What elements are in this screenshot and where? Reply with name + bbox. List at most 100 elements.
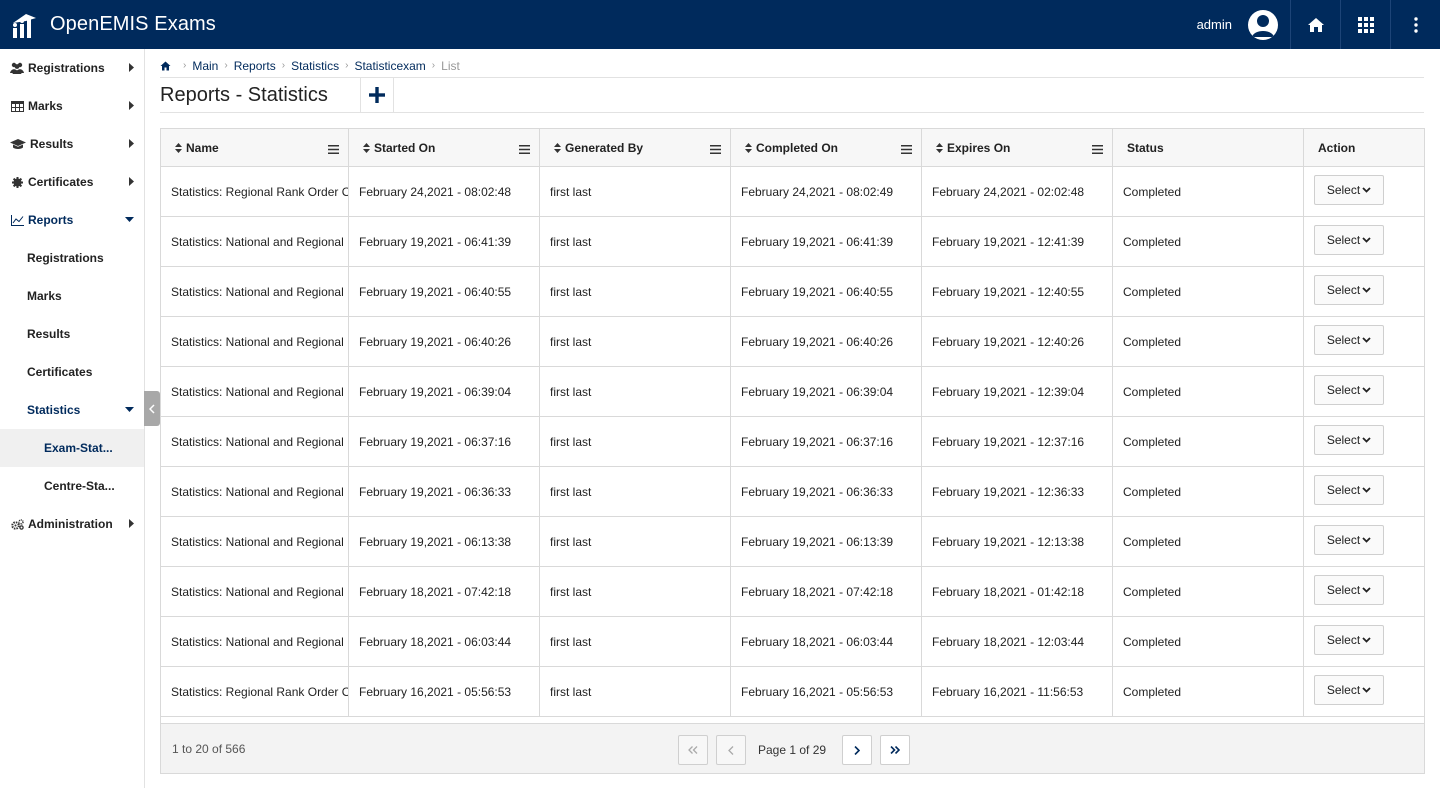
- chevron-left-icon: [149, 403, 155, 414]
- table-cell-name: Statistics: National and Regional: [161, 417, 349, 466]
- column-header-completed-on[interactable]: Completed On: [731, 129, 922, 167]
- table-row[interactable]: Statistics: National and Regional Februar…: [161, 267, 1424, 317]
- sidebar-collapse-handle[interactable]: [144, 391, 160, 426]
- sort-icon: [936, 143, 943, 153]
- breadcrumb-main[interactable]: Main: [192, 59, 218, 73]
- action-select-button[interactable]: Select: [1314, 574, 1384, 605]
- table-cell-name: Statistics: National and Regional: [161, 267, 349, 316]
- column-menu-icon[interactable]: [1092, 143, 1103, 157]
- action-select-button[interactable]: Select: [1314, 274, 1384, 305]
- table-cell-action: Select: [1304, 267, 1424, 316]
- action-select-label: Select: [1326, 332, 1361, 347]
- previous-page-button[interactable]: [716, 735, 746, 765]
- sidebar-item-reports-marks[interactable]: Marks: [0, 277, 144, 315]
- table-cell-action: Select: [1304, 367, 1424, 416]
- sidebar-item-registrations[interactable]: Registrations: [0, 49, 144, 87]
- next-page-button[interactable]: [842, 735, 873, 765]
- breadcrumb-statisticexam[interactable]: Statisticexam: [354, 59, 425, 73]
- app-logo[interactable]: OpenEMIS Exams: [0, 0, 216, 49]
- table-row[interactable]: Statistics: National and Regional Februar…: [161, 217, 1424, 267]
- column-header-name[interactable]: Name: [161, 129, 349, 167]
- sidebar-item-statistics[interactable]: Statistics: [0, 391, 144, 429]
- table-row[interactable]: Statistics: National and Regional Februar…: [161, 467, 1424, 517]
- avatar[interactable]: [1248, 9, 1278, 40]
- add-button[interactable]: [360, 77, 394, 113]
- sidebar-item-reports-registrations[interactable]: Registrations: [0, 239, 144, 277]
- sidebar-item-marks[interactable]: Marks: [0, 87, 144, 125]
- table-row[interactable]: Statistics: Regional Rank Order Of Februa…: [161, 667, 1424, 717]
- table-row[interactable]: Statistics: National and Regional Februar…: [161, 617, 1424, 667]
- action-select-label: Select: [1326, 382, 1361, 397]
- table-cell-generated-by: first last: [540, 317, 731, 366]
- table-cell-completed-on: February 19,2021 - 06:36:33: [731, 467, 922, 516]
- action-select-button[interactable]: Select: [1314, 474, 1384, 505]
- vertical-dots-icon: [1413, 16, 1418, 33]
- breadcrumb-statistics[interactable]: Statistics: [291, 59, 339, 73]
- user-name[interactable]: admin: [1197, 17, 1232, 32]
- column-header-expires-on[interactable]: Expires On: [922, 129, 1113, 167]
- table-cell-completed-on: February 19,2021 - 06:40:26: [731, 317, 922, 366]
- sidebar-item-centre-statistics[interactable]: Centre-Sta...: [0, 467, 144, 505]
- chevron-down-icon: [1362, 286, 1371, 293]
- action-select-button[interactable]: Select: [1314, 174, 1384, 205]
- column-header-label: Expires On: [947, 141, 1011, 155]
- column-menu-icon[interactable]: [901, 143, 912, 157]
- table-row[interactable]: Statistics: National and Regional Februar…: [161, 367, 1424, 417]
- column-menu-icon[interactable]: [710, 143, 721, 157]
- action-select-button[interactable]: Select: [1314, 374, 1384, 405]
- table-cell-action: Select: [1304, 667, 1424, 716]
- table-cell-started-on: February 19,2021 - 06:37:16: [349, 417, 540, 466]
- table-cell-started-on: February 19,2021 - 06:41:39: [349, 217, 540, 266]
- table-cell-generated-by: first last: [540, 417, 731, 466]
- table-row[interactable]: Statistics: National and Regional Februar…: [161, 567, 1424, 617]
- column-header-status: Status: [1113, 129, 1304, 167]
- sidebar-item-reports-certificates[interactable]: Certificates: [0, 353, 144, 391]
- sidebar-item-label: Statistics: [27, 403, 81, 417]
- sort-icon: [363, 143, 370, 153]
- sidebar-item-reports-results[interactable]: Results: [0, 315, 144, 353]
- action-select-label: Select: [1326, 682, 1361, 697]
- table-row[interactable]: Statistics: Regional Rank Order Of Februa…: [161, 167, 1424, 217]
- action-select-button[interactable]: Select: [1314, 424, 1384, 455]
- more-menu-button[interactable]: [1390, 0, 1440, 49]
- first-page-button[interactable]: [678, 735, 708, 765]
- breadcrumb: › Main › Reports › Statistics › Statisti…: [160, 54, 1424, 78]
- table-row[interactable]: Statistics: National and Regional Februar…: [161, 417, 1424, 467]
- sidebar-item-label: Registrations: [27, 251, 104, 265]
- page-header: Reports - Statistics: [160, 77, 1424, 113]
- column-header-started-on[interactable]: Started On: [349, 129, 540, 167]
- grid-icon: [1357, 16, 1374, 33]
- graduation-cap-icon: [10, 137, 26, 151]
- row-count: 1 to 20 of 566: [172, 742, 246, 756]
- breadcrumb-separator-icon: ›: [183, 60, 187, 71]
- table-cell-completed-on: February 19,2021 - 06:13:39: [731, 517, 922, 566]
- table-cell-status: Completed: [1113, 617, 1304, 666]
- action-select-button[interactable]: Select: [1314, 524, 1384, 555]
- sidebar-item-reports[interactable]: Reports: [0, 201, 144, 239]
- column-menu-icon[interactable]: [328, 143, 339, 157]
- sidebar-item-exam-statistics[interactable]: Exam-Stat...: [0, 429, 144, 467]
- breadcrumb-separator-icon: ›: [345, 60, 349, 71]
- action-select-button[interactable]: Select: [1314, 224, 1384, 255]
- action-select-label: Select: [1326, 432, 1361, 447]
- column-header-generated-by[interactable]: Generated By: [540, 129, 731, 167]
- column-menu-icon[interactable]: [519, 143, 530, 157]
- home-icon[interactable]: [160, 61, 171, 71]
- home-button[interactable]: [1290, 0, 1340, 49]
- last-page-button[interactable]: [880, 735, 911, 765]
- sidebar-item-certificates[interactable]: Certificates: [0, 163, 144, 201]
- action-select-button[interactable]: Select: [1314, 624, 1384, 655]
- action-select-button[interactable]: Select: [1314, 324, 1384, 355]
- table-cell-generated-by: first last: [540, 667, 731, 716]
- apps-button[interactable]: [1340, 0, 1390, 49]
- table-row[interactable]: Statistics: National and Regional Februar…: [161, 517, 1424, 567]
- sidebar-item-administration[interactable]: Administration: [0, 505, 144, 543]
- table-cell-completed-on: February 18,2021 - 06:03:44: [731, 617, 922, 666]
- table-cell-generated-by: first last: [540, 567, 731, 616]
- sidebar-item-results[interactable]: Results: [0, 125, 144, 163]
- action-select-button[interactable]: Select: [1314, 674, 1384, 705]
- breadcrumb-reports[interactable]: Reports: [234, 59, 276, 73]
- table-cell-expires-on: February 19,2021 - 12:40:26: [922, 317, 1113, 366]
- table-row[interactable]: Statistics: National and Regional Februar…: [161, 317, 1424, 367]
- table-cell-completed-on: February 16,2021 - 05:56:53: [731, 667, 922, 716]
